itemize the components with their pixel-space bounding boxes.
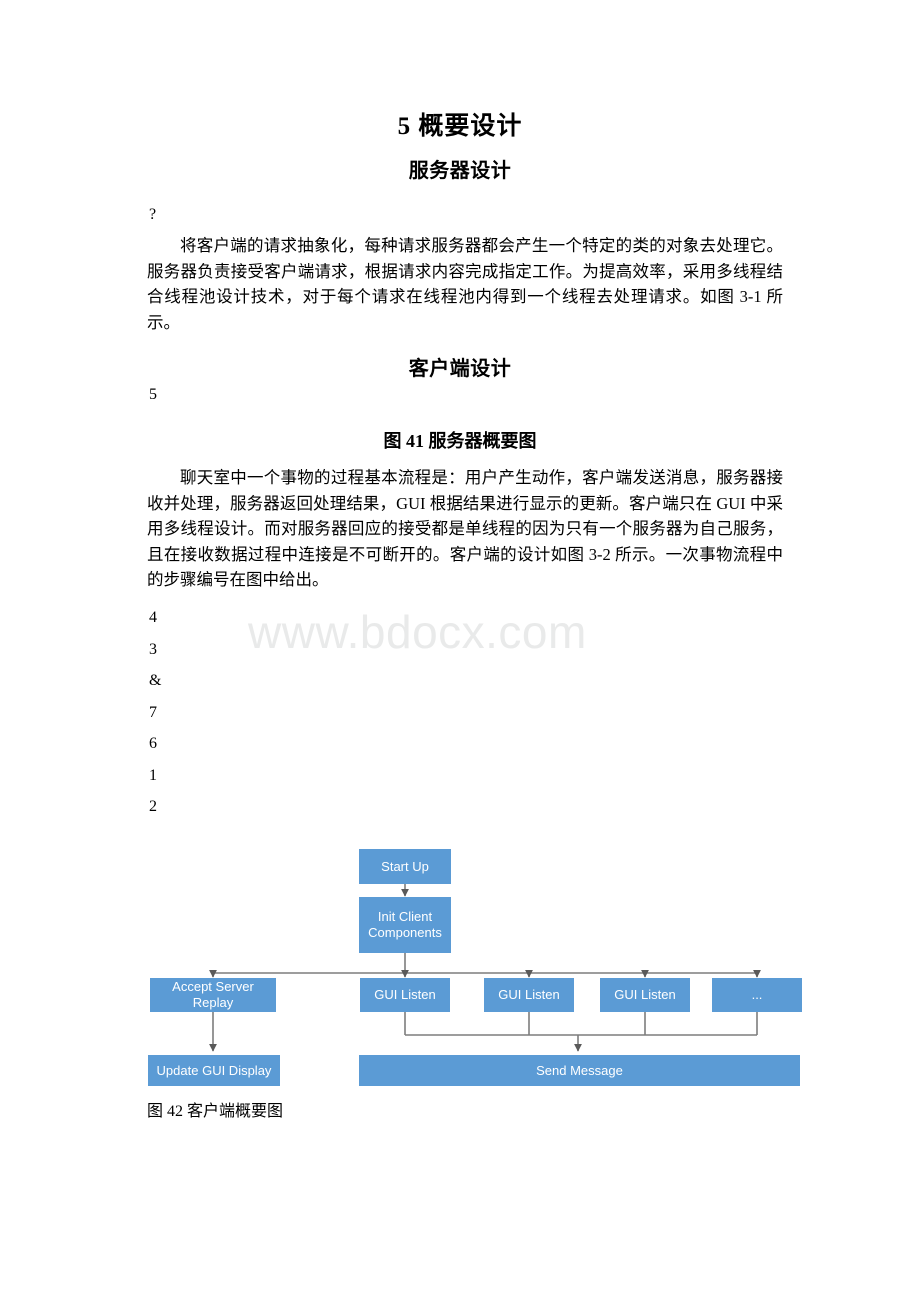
flow-node-gui-listen-2[interactable]: GUI Listen — [484, 978, 574, 1012]
stray-number-five: 5 — [149, 386, 157, 403]
step-number: 6 — [149, 735, 157, 752]
section-heading-server: 服务器设计 — [408, 160, 512, 182]
paragraph-client-design: 聊天室中一个事物的过程基本流程是：用户产生动作，客户端发送消息，服务器接收并处理… — [147, 468, 783, 589]
figure-caption-41: 图 41 服务器概要图 — [383, 431, 537, 451]
flow-node-more-ellipsis[interactable]: ... — [712, 978, 802, 1012]
flow-node-send-message[interactable]: Send Message — [359, 1055, 800, 1086]
section-heading-client: 客户端设计 — [408, 358, 512, 380]
step-number: & — [149, 672, 162, 689]
step-number: 7 — [149, 703, 157, 721]
flow-node-gui-listen-1[interactable]: GUI Listen — [360, 978, 450, 1012]
step-number: 1 — [149, 766, 157, 784]
flow-node-accept-server-replay[interactable]: Accept Server Replay — [150, 978, 276, 1012]
flow-node-init-client-components[interactable]: Init Client Components — [359, 897, 451, 953]
document-page: www.bdocx.com 5 概要设计 服务器设计 ? 将客户端的请求抽象化，… — [0, 0, 920, 1302]
step-number-list: 4 3 & 7 6 1 2 — [149, 608, 161, 829]
stray-question-mark: ? — [149, 206, 157, 223]
flow-node-update-gui-display[interactable]: Update GUI Display — [148, 1055, 280, 1086]
flow-node-gui-listen-3[interactable]: GUI Listen — [600, 978, 690, 1012]
step-number: 4 — [149, 609, 157, 626]
figure-caption-42: 图 42 客户端概要图 — [147, 1103, 284, 1120]
step-number: 3 — [149, 640, 157, 658]
watermark-text: www.bdocx.com — [248, 606, 587, 658]
flow-node-start-up[interactable]: Start Up — [359, 849, 451, 884]
paragraph-server-design: 将客户端的请求抽象化，每种请求服务器都会产生一个特定的类的对象去处理它。服务器负… — [147, 236, 783, 332]
page-title: 5 概要设计 — [397, 113, 523, 140]
step-number: 2 — [149, 798, 157, 815]
